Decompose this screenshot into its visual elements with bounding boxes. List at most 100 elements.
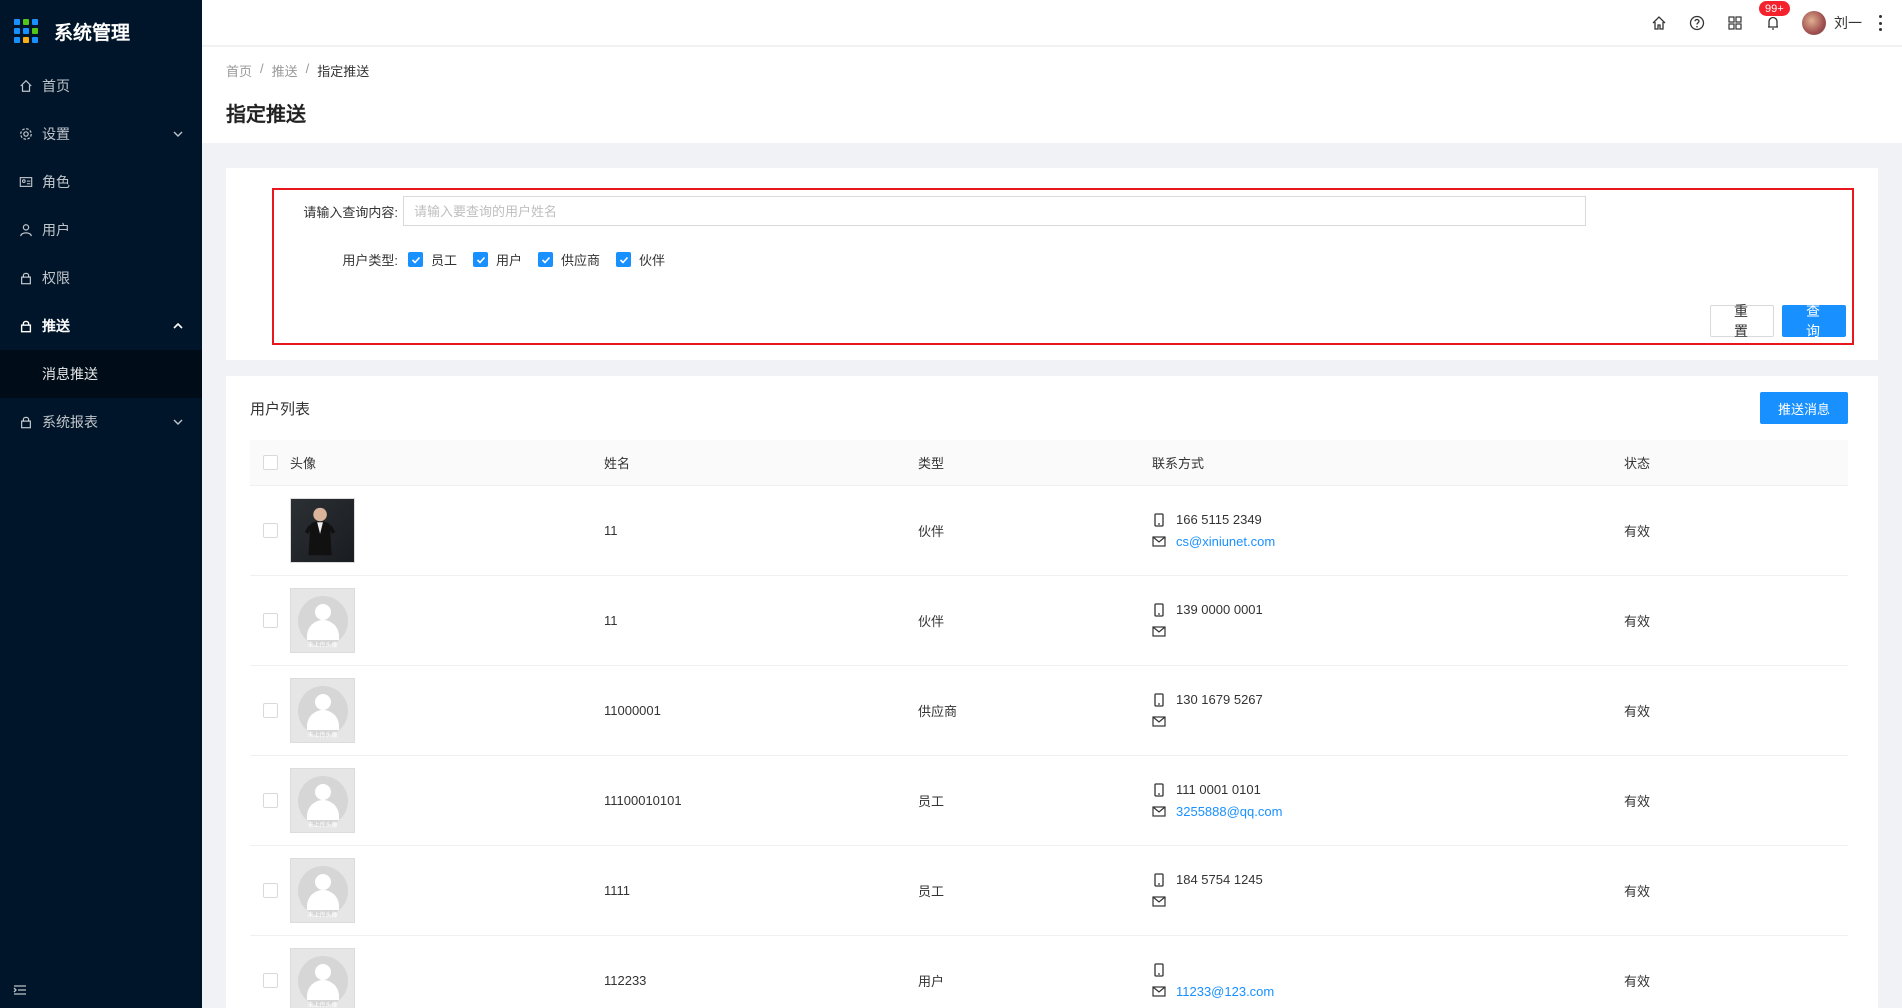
checkbox-user[interactable]: 用户: [473, 250, 522, 269]
page-header: 首页 / 推送 / 指定推送 指定推送: [202, 47, 1902, 143]
email-link[interactable]: 3255888@qq.com: [1176, 804, 1282, 819]
avatar-cell: 未上传头像: [290, 678, 604, 743]
home-icon: [18, 78, 34, 94]
phone-line: 166 5115 2349: [1152, 509, 1624, 531]
row-checkbox[interactable]: [262, 613, 278, 628]
mail-icon: [1152, 985, 1166, 999]
sidebar-item-label: 推送: [42, 318, 70, 334]
mobile-icon: [1152, 692, 1166, 707]
push-message-button[interactable]: 推送消息: [1760, 392, 1848, 424]
mail-icon: [1152, 805, 1166, 819]
search-button[interactable]: 查 询: [1782, 303, 1846, 339]
apps-grid-icon: [14, 19, 38, 43]
user-photo: [290, 498, 355, 563]
type-cell: 伙伴: [918, 524, 945, 539]
bell-icon[interactable]: 99+: [1758, 0, 1791, 32]
contact-cell: 139 0000 0001: [1152, 599, 1624, 643]
status-cell: 有效: [1624, 524, 1651, 539]
sidebar-item-home[interactable]: 首页: [0, 62, 202, 110]
table-header: 头像 姓名 类型 联系方式 状态: [250, 440, 1848, 486]
breadcrumb-separator: /: [305, 61, 310, 76]
mobile-icon: [1152, 512, 1166, 527]
phone-text: 184 5754 1245: [1176, 872, 1263, 887]
mail-icon: [1152, 715, 1166, 729]
table-row[interactable]: 未上传头像 112233 用户 11233@123.com 有效: [250, 936, 1848, 1008]
email-line: [1152, 711, 1624, 733]
checkbox-employee[interactable]: 员工: [408, 250, 457, 269]
row-checkbox-cell: [250, 613, 290, 628]
row-checkbox[interactable]: [262, 703, 278, 718]
breadcrumb-item-push[interactable]: 推送: [272, 61, 298, 80]
email-line: cs@xiniunet.com: [1152, 531, 1624, 553]
table-title: 用户列表: [250, 401, 311, 418]
sidebar-item-label: 设置: [42, 126, 70, 142]
app-title: 系统管理: [54, 22, 131, 44]
table-row[interactable]: 未上传头像 11100010101 员工 111 0001 0101 32558…: [250, 756, 1848, 846]
row-checkbox[interactable]: [262, 523, 278, 538]
checkbox-partner[interactable]: 伙伴: [616, 250, 665, 269]
photo-placeholder-label: 未上传头像: [307, 643, 338, 649]
home-icon[interactable]: [1650, 14, 1668, 32]
select-all-checkbox[interactable]: [262, 455, 278, 470]
user-menu[interactable]: 刘一: [1802, 11, 1862, 35]
sidebar-item-push[interactable]: 推送: [0, 302, 202, 350]
sidebar-submenu: 消息推送: [0, 350, 202, 398]
breadcrumb-item-home[interactable]: 首页: [226, 61, 252, 80]
phone-line: 111 0001 0101: [1152, 779, 1624, 801]
reset-button[interactable]: 重 置: [1710, 303, 1774, 339]
table-row[interactable]: 未上传头像 1111 员工 184 5754 1245 有效: [250, 846, 1848, 936]
row-checkbox[interactable]: [262, 883, 278, 898]
avatar-cell: 未上传头像: [290, 858, 604, 923]
search-form: 请输入查询内容: 用户类型: 员工 用户 供应商 伙伴 重 置: [272, 188, 1854, 345]
column-header-contact: 联系方式: [1152, 456, 1205, 471]
help-icon[interactable]: [1688, 14, 1706, 32]
type-cell: 供应商: [918, 704, 958, 719]
mobile-icon: [1152, 962, 1166, 977]
phone-text: 139 0000 0001: [1176, 602, 1263, 617]
menu-collapse-icon[interactable]: [12, 982, 28, 998]
name-cell: 11000001: [604, 703, 661, 718]
user-type-row: 用户类型: 员工 用户 供应商 伙伴: [288, 250, 671, 269]
sidebar-item-users[interactable]: 用户: [0, 206, 202, 254]
chevron-down-icon: [173, 131, 183, 137]
sidebar-item-message-push[interactable]: 消息推送: [0, 350, 202, 398]
table-row[interactable]: 未上传头像 11000001 供应商 130 1679 5267 有效: [250, 666, 1848, 756]
table-row[interactable]: 11 伙伴 166 5115 2349 cs@xiniunet.com 有效: [250, 486, 1848, 576]
app-logo[interactable]: 系统管理: [0, 0, 202, 62]
photo-placeholder-label: 未上传头像: [307, 823, 338, 829]
email-line: 11233@123.com: [1152, 981, 1624, 1003]
search-card: 请输入查询内容: 用户类型: 员工 用户 供应商 伙伴 重 置: [226, 168, 1878, 360]
contact-cell: 111 0001 0101 3255888@qq.com: [1152, 779, 1624, 823]
lock-icon: [18, 270, 34, 286]
apps-icon[interactable]: [1726, 14, 1744, 32]
email-link[interactable]: cs@xiniunet.com: [1176, 534, 1275, 549]
status-cell: 有效: [1624, 794, 1651, 809]
row-checkbox[interactable]: [262, 973, 278, 988]
checkbox-checked-icon: [473, 252, 489, 267]
type-cell: 员工: [918, 884, 945, 899]
sidebar-item-label: 消息推送: [42, 366, 98, 382]
checkbox-supplier[interactable]: 供应商: [538, 250, 600, 269]
more-vertical-icon[interactable]: [1878, 15, 1882, 31]
avatar-cell: [290, 498, 604, 563]
search-input[interactable]: [403, 196, 1586, 226]
user-icon: [18, 222, 34, 238]
avatar-cell: 未上传头像: [290, 588, 604, 653]
mail-icon: [1152, 895, 1166, 909]
default-avatar-icon: 未上传头像: [290, 858, 355, 923]
sidebar-item-label: 权限: [42, 270, 70, 286]
row-checkbox[interactable]: [262, 793, 278, 808]
table-row[interactable]: 未上传头像 11 伙伴 139 0000 0001 有效: [250, 576, 1848, 666]
sidebar-item-settings[interactable]: 设置: [0, 110, 202, 158]
row-checkbox-cell: [250, 883, 290, 898]
type-cell: 员工: [918, 794, 945, 809]
checkbox-label: 用户: [496, 253, 523, 268]
sidebar-item-permissions[interactable]: 权限: [0, 254, 202, 302]
email-link[interactable]: 11233@123.com: [1176, 984, 1274, 999]
query-label: 请输入查询内容:: [303, 204, 398, 220]
sidebar-item-label: 首页: [42, 78, 70, 94]
name-cell: 1111: [604, 883, 631, 898]
photo-placeholder-label: 未上传头像: [307, 733, 338, 739]
sidebar-item-roles[interactable]: 角色: [0, 158, 202, 206]
sidebar-item-reports[interactable]: 系统报表: [0, 398, 202, 446]
